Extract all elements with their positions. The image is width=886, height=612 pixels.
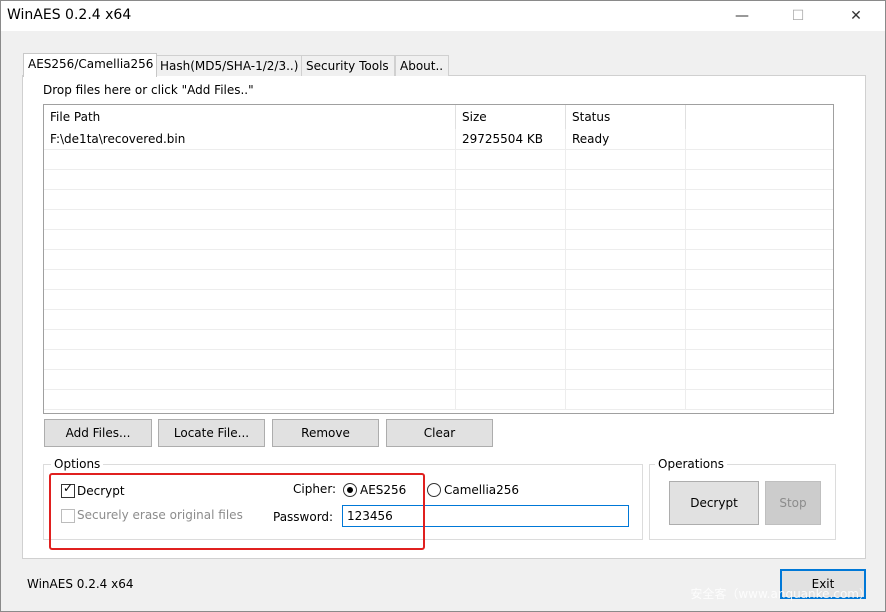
empty-row: [44, 349, 833, 370]
camellia256-label[interactable]: Camellia256: [444, 483, 519, 497]
empty-cell: [566, 309, 686, 329]
highlight-annotation: [49, 473, 425, 550]
column-file-path[interactable]: File Path: [44, 105, 456, 129]
camellia256-radio[interactable]: [427, 483, 441, 497]
tab-hash[interactable]: Hash(MD5/SHA-1/2/3..): [155, 55, 303, 76]
empty-cell: [566, 229, 686, 249]
empty-cell: [456, 329, 566, 349]
empty-cell: [566, 369, 686, 389]
title-bar[interactable]: WinAES 0.2.4 x64 — ☐ ✕: [1, 1, 885, 31]
empty-cell: [456, 149, 566, 169]
main-window: WinAES 0.2.4 x64 — ☐ ✕ AES256/Camellia25…: [0, 0, 886, 612]
empty-cell: [456, 389, 566, 409]
clear-button[interactable]: Clear: [386, 419, 493, 447]
empty-cell: [566, 329, 686, 349]
locate-file-button[interactable]: Locate File...: [158, 419, 265, 447]
table-row[interactable]: F:\de1ta\recovered.bin 29725504 KB Ready: [44, 129, 833, 150]
empty-cell: [44, 289, 456, 309]
empty-row: [44, 269, 833, 290]
empty-cell: [44, 269, 456, 289]
empty-row: [44, 389, 833, 410]
empty-cell: [456, 289, 566, 309]
row-status: Ready: [566, 129, 686, 149]
stop-button[interactable]: Stop: [765, 481, 821, 525]
empty-cell: [44, 209, 456, 229]
empty-cell: [44, 329, 456, 349]
empty-cell: [566, 349, 686, 369]
file-list[interactable]: File Path Size Status F:\de1ta\recovered…: [43, 104, 834, 414]
operations-label: Operations: [655, 457, 727, 471]
empty-cell: [566, 149, 686, 169]
tab-about[interactable]: About..: [395, 55, 449, 76]
watermark-text: 安全客（www.anquanke.com）: [690, 587, 871, 601]
empty-cell: [456, 169, 566, 189]
options-label: Options: [51, 457, 104, 471]
empty-cell: [456, 269, 566, 289]
decrypt-button[interactable]: Decrypt: [669, 481, 759, 525]
remove-button[interactable]: Remove: [272, 419, 379, 447]
empty-row: [44, 169, 833, 190]
empty-cell: [44, 349, 456, 369]
maximize-button[interactable]: ☐: [775, 1, 821, 31]
empty-row: [44, 149, 833, 170]
empty-cell: [44, 249, 456, 269]
empty-cell: [456, 309, 566, 329]
row-file-path: F:\de1ta\recovered.bin: [44, 129, 456, 149]
window-title: WinAES 0.2.4 x64: [7, 7, 132, 23]
empty-cell: [456, 249, 566, 269]
empty-cell: [44, 149, 456, 169]
empty-row: [44, 369, 833, 390]
empty-cell: [566, 169, 686, 189]
empty-cell: [566, 209, 686, 229]
row-size: 29725504 KB: [456, 129, 566, 149]
empty-cell: [456, 229, 566, 249]
empty-row: [44, 309, 833, 330]
empty-row: [44, 209, 833, 230]
close-button[interactable]: ✕: [833, 1, 879, 31]
empty-cell: [456, 349, 566, 369]
column-size[interactable]: Size: [456, 105, 566, 129]
empty-cell: [44, 309, 456, 329]
empty-cell: [566, 189, 686, 209]
empty-cell: [44, 189, 456, 209]
empty-row: [44, 249, 833, 270]
empty-cell: [456, 209, 566, 229]
file-list-header: File Path Size Status: [44, 105, 833, 129]
empty-row: [44, 229, 833, 250]
tab-security-tools[interactable]: Security Tools: [301, 55, 395, 76]
empty-cell: [44, 229, 456, 249]
add-files-button[interactable]: Add Files...: [44, 419, 152, 447]
minimize-button[interactable]: —: [719, 1, 765, 31]
empty-row: [44, 329, 833, 350]
column-status[interactable]: Status: [566, 105, 686, 129]
empty-cell: [44, 369, 456, 389]
empty-cell: [566, 389, 686, 409]
empty-cell: [566, 289, 686, 309]
tab-aes-camellia[interactable]: AES256/Camellia256: [23, 53, 157, 77]
empty-cell: [44, 169, 456, 189]
empty-row: [44, 289, 833, 310]
empty-cell: [566, 249, 686, 269]
empty-cell: [44, 389, 456, 409]
empty-row: [44, 189, 833, 210]
empty-cell: [566, 269, 686, 289]
empty-cell: [456, 189, 566, 209]
empty-cell: [456, 369, 566, 389]
drop-hint: Drop files here or click "Add Files..": [43, 83, 254, 97]
version-label: WinAES 0.2.4 x64: [27, 577, 134, 591]
